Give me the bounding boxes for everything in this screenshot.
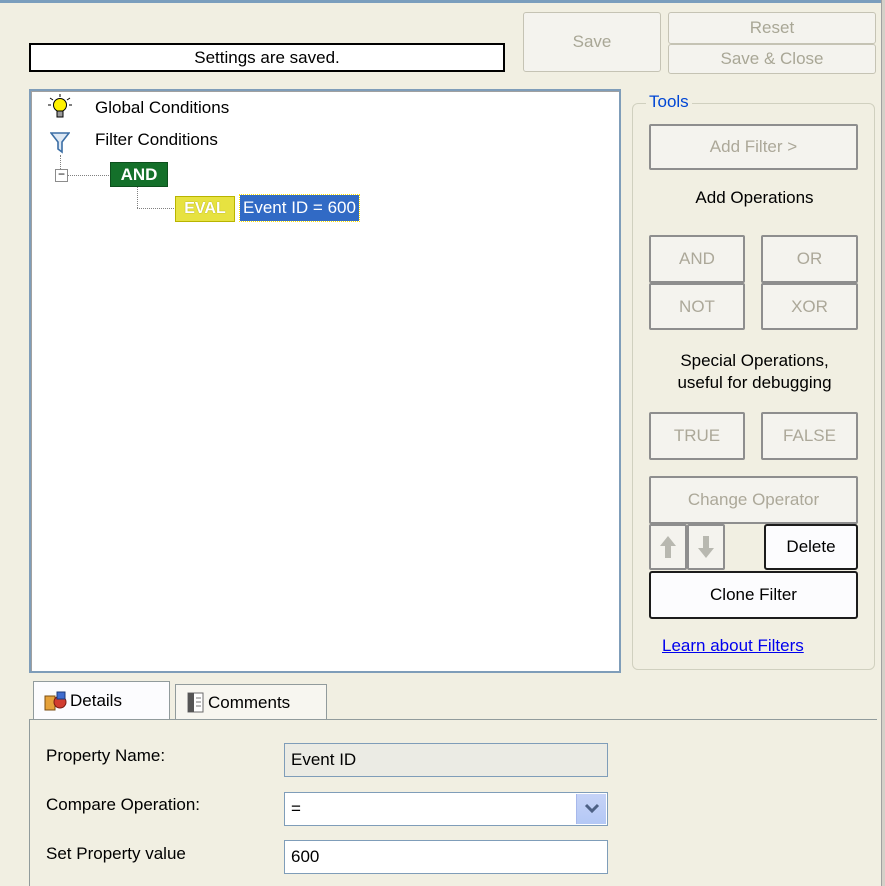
tree-connector [137,208,174,209]
or-button[interactable]: OR [761,235,858,283]
tree-connector [137,186,138,208]
tab-details[interactable]: Details [33,681,170,720]
save-close-button[interactable]: Save & Close [668,44,876,74]
move-down-button[interactable] [687,524,725,570]
dropdown-button[interactable] [576,794,606,824]
tools-legend: Tools [646,92,692,112]
arrow-up-icon [660,536,676,558]
reset-button[interactable]: Reset [668,12,876,44]
and-operator-badge[interactable]: AND [110,162,168,187]
comments-icon [187,692,204,713]
property-name-label: Property Name: [46,746,166,765]
compare-operation-value: = [291,799,301,818]
true-button[interactable]: TRUE [649,412,745,460]
tree-item-selected-condition[interactable]: Event ID = 600 [239,194,360,222]
save-button[interactable]: Save [523,12,661,72]
compare-operation-select[interactable]: = [284,792,608,826]
tab-details-label: Details [70,691,122,710]
details-icon [44,691,67,711]
arrow-down-icon [698,536,714,558]
tree-connector [68,175,109,176]
special-operations-label: Special Operations, useful for debugging [633,350,876,394]
special-operations-line2: useful for debugging [677,373,832,392]
tree-item-filter-conditions[interactable]: Filter Conditions [95,130,218,150]
and-button[interactable]: AND [649,235,745,283]
xor-button[interactable]: XOR [761,283,858,330]
clone-filter-button[interactable]: Clone Filter [649,571,858,619]
set-property-value-label: Set Property value [46,844,186,863]
filter-tree[interactable]: Global Conditions Filter Conditions − AN… [29,89,621,673]
eval-badge[interactable]: EVAL [175,196,235,222]
filter-funnel-icon [50,132,70,154]
move-up-button[interactable] [649,524,687,570]
learn-about-filters-link[interactable]: Learn about Filters [662,636,804,656]
add-operations-label: Add Operations [695,188,814,207]
tree-item-global-conditions[interactable]: Global Conditions [95,98,229,118]
change-operator-button[interactable]: Change Operator [649,476,858,524]
window-right-border [881,0,885,886]
not-button[interactable]: NOT [649,283,745,330]
special-operations-line1: Special Operations, [680,351,829,370]
status-message: Settings are saved. [29,43,505,72]
tab-comments-label: Comments [208,693,291,712]
false-button[interactable]: FALSE [761,412,858,460]
property-name-field[interactable]: Event ID [284,743,608,777]
compare-operation-label: Compare Operation: [46,795,201,814]
property-value-input[interactable]: 600 [284,840,608,874]
collapse-toggle-icon[interactable]: − [55,168,68,182]
chevron-down-icon [584,803,600,814]
add-filter-button[interactable]: Add Filter > [649,124,858,170]
tab-comments[interactable]: Comments [175,684,327,720]
delete-button[interactable]: Delete [764,524,858,570]
window-top-border [0,0,885,3]
lightbulb-icon [48,94,72,118]
